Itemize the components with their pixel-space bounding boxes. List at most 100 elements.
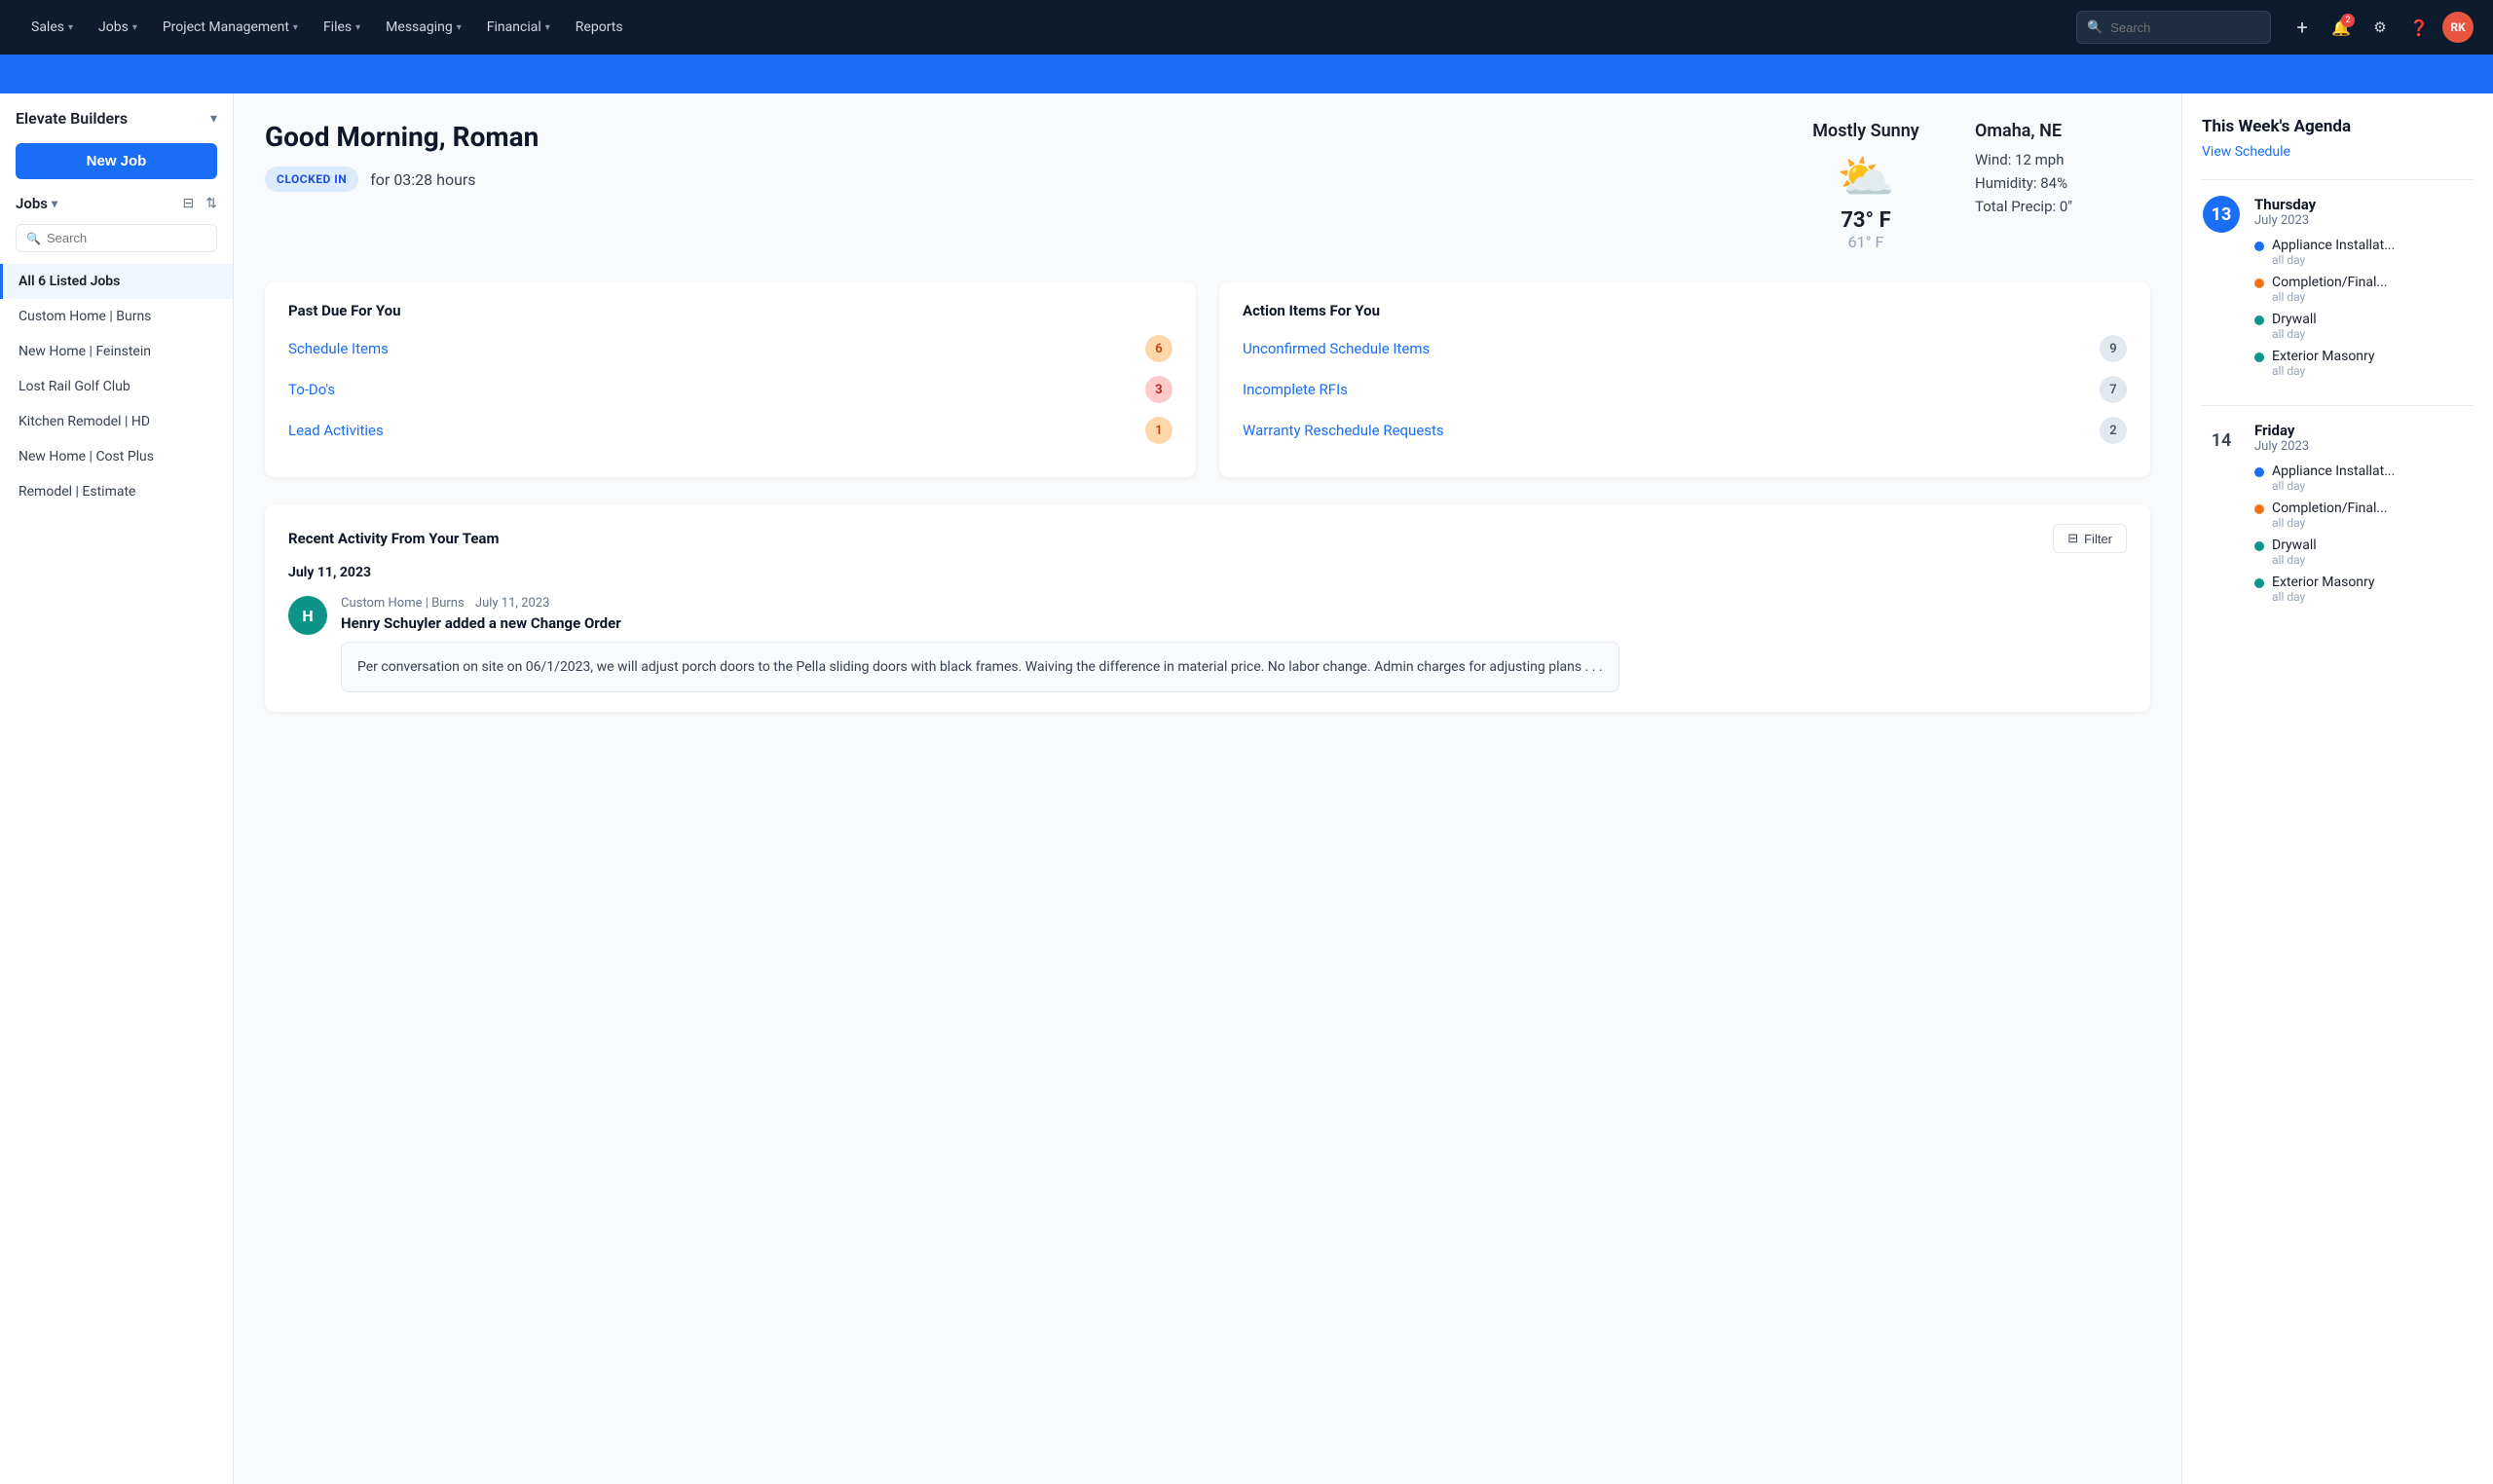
sidebar-search-input[interactable] [47, 231, 206, 245]
day-circle-13: 13 [2203, 196, 2240, 233]
jobs-label[interactable]: Jobs ▾ [16, 195, 57, 212]
weather-condition: Mostly Sunny ⛅ 73° F 61° F [1788, 121, 1944, 251]
schedule-items-badge: 6 [1145, 335, 1172, 362]
agenda-divider [2202, 179, 2474, 180]
past-due-todos: To-Do's 3 [288, 376, 1172, 403]
nav-actions: + 🔔 2 ⚙ ❓ RK [2287, 12, 2474, 43]
past-due-card: Past Due For You Schedule Items 6 To-Do'… [265, 282, 1196, 477]
accent-bar [0, 55, 2493, 93]
activity-job: Custom Home | Burns [341, 596, 465, 611]
activity-body: Custom Home | Burns July 11, 2023 Henry … [341, 596, 1619, 692]
sidebar-item-lost-rail[interactable]: Lost Rail Golf Club [0, 369, 233, 404]
event-fri-1: Completion/Final... all day [2254, 501, 2474, 530]
day-name-friday: Friday [2254, 422, 2474, 439]
event-thu-1: Completion/Final... all day [2254, 275, 2474, 304]
nav-reports[interactable]: Reports [564, 14, 635, 41]
sidebar-header: Elevate Builders ▾ [0, 109, 233, 143]
agenda-day-friday: 14 Friday July 2023 Appliance Installat.… [2202, 422, 2474, 612]
cards-row: Past Due For You Schedule Items 6 To-Do'… [265, 282, 2150, 477]
event-time: all day [2272, 290, 2388, 304]
nav-financial[interactable]: Financial ▾ [475, 14, 562, 41]
activity-user-action: Henry Schuyler added a new Change Order [341, 614, 1619, 632]
day-month-thursday: July 2023 [2254, 213, 2474, 228]
sidebar-item-remodel-estimate[interactable]: Remodel | Estimate [0, 474, 233, 509]
company-name: Elevate Builders [16, 109, 128, 128]
main-layout: Elevate Builders ▾ New Job Jobs ▾ ⊟ ⇅ 🔍 … [0, 93, 2493, 1484]
event-fri-3: Exterior Masonry all day [2254, 575, 2474, 604]
help-button[interactable]: ❓ [2403, 12, 2435, 43]
greeting-left: Good Morning, Roman CLOCKED IN for 03:28… [265, 121, 1757, 192]
company-chevron-icon[interactable]: ▾ [210, 111, 217, 127]
view-schedule-link[interactable]: View Schedule [2202, 144, 2474, 160]
notification-badge: 2 [2341, 14, 2355, 27]
search-input[interactable] [2110, 20, 2260, 35]
unconfirmed-schedule-items: Unconfirmed Schedule Items 9 [1243, 335, 2127, 362]
gear-icon: ⚙ [2373, 19, 2386, 36]
day-number-thursday: 13 [2202, 196, 2241, 386]
jobs-header: Jobs ▾ ⊟ ⇅ [0, 195, 233, 212]
event-dot-teal-2 [2254, 352, 2264, 362]
sidebar-item-new-home-cost-plus[interactable]: New Home | Cost Plus [0, 439, 233, 474]
event-name: Drywall [2272, 538, 2317, 553]
event-dot-teal [2254, 315, 2264, 325]
rfis-link[interactable]: Incomplete RFIs [1243, 381, 1348, 398]
event-time: all day [2272, 253, 2395, 267]
sort-icon[interactable]: ⇅ [205, 196, 217, 211]
clock-duration: for 03:28 hours [370, 170, 475, 189]
nav-files[interactable]: Files ▾ [312, 14, 372, 41]
top-nav: Sales ▾ Jobs ▾ Project Management ▾ File… [0, 0, 2493, 55]
nav-sales[interactable]: Sales ▾ [19, 14, 85, 41]
sidebar: Elevate Builders ▾ New Job Jobs ▾ ⊟ ⇅ 🔍 … [0, 93, 234, 1484]
search-icon: 🔍 [2087, 20, 2102, 35]
activity-meta: Custom Home | Burns July 11, 2023 [341, 596, 1619, 611]
sidebar-item-custom-home-burns[interactable]: Custom Home | Burns [0, 299, 233, 334]
lead-activities-badge: 1 [1145, 417, 1172, 444]
agenda-divider-2 [2202, 405, 2474, 406]
unconfirmed-schedule-link[interactable]: Unconfirmed Schedule Items [1243, 340, 1430, 357]
add-button[interactable]: + [2287, 12, 2318, 43]
rfis-badge: 7 [2100, 376, 2127, 403]
event-thu-0: Appliance Installat... all day [2254, 238, 2474, 267]
todos-link[interactable]: To-Do's [288, 381, 335, 398]
lead-activities-link[interactable]: Lead Activities [288, 422, 384, 439]
event-time: all day [2272, 553, 2317, 567]
nav-jobs[interactable]: Jobs ▾ [87, 14, 149, 41]
nav-items: Sales ▾ Jobs ▾ Project Management ▾ File… [19, 14, 635, 41]
filter-icon[interactable]: ⊟ [183, 196, 195, 211]
schedule-items-link[interactable]: Schedule Items [288, 340, 389, 357]
sidebar-item-kitchen-remodel[interactable]: Kitchen Remodel | HD [0, 404, 233, 439]
sidebar-search-box[interactable]: 🔍 [16, 224, 217, 252]
event-time: all day [2272, 590, 2375, 604]
sidebar-item-all-jobs[interactable]: All 6 Listed Jobs [0, 264, 233, 299]
event-name: Drywall [2272, 312, 2317, 327]
nav-messaging[interactable]: Messaging ▾ [374, 14, 473, 41]
weather-humidity: Humidity: 84% [1975, 174, 2150, 192]
weather-details: Omaha, NE Wind: 12 mph Humidity: 84% Tot… [1975, 121, 2150, 221]
right-panel: This Week's Agenda View Schedule 13 Thur… [2181, 93, 2493, 1484]
notifications-button[interactable]: 🔔 2 [2326, 12, 2357, 43]
activity-title: Recent Activity From Your Team [288, 530, 499, 547]
event-dot-orange [2254, 278, 2264, 288]
activity-item-date: July 11, 2023 [475, 596, 550, 611]
filter-button[interactable]: ⊟ Filter [2053, 524, 2127, 553]
sidebar-item-new-home-feinstein[interactable]: New Home | Feinstein [0, 334, 233, 369]
weather-temp-hi: 73° F [1841, 208, 1890, 233]
new-job-button[interactable]: New Job [16, 143, 217, 179]
day-plain-14: 14 [2203, 422, 2240, 459]
event-time: all day [2272, 327, 2317, 341]
warranty-link[interactable]: Warranty Reschedule Requests [1243, 422, 1444, 439]
weather-temp-lo: 61° F [1848, 233, 1884, 251]
unconfirmed-badge: 9 [2100, 335, 2127, 362]
jobs-chevron-icon: ▾ [52, 197, 57, 210]
action-items-card: Action Items For You Unconfirmed Schedul… [1219, 282, 2150, 477]
warranty-reschedule: Warranty Reschedule Requests 2 [1243, 417, 2127, 444]
user-avatar[interactable]: RK [2442, 12, 2474, 43]
settings-button[interactable]: ⚙ [2364, 12, 2396, 43]
past-due-lead-activities: Lead Activities 1 [288, 417, 1172, 444]
agenda-day-thursday: 13 Thursday July 2023 Appliance Installa… [2202, 196, 2474, 386]
nav-search-box[interactable]: 🔍 [2076, 11, 2271, 44]
nav-project-management[interactable]: Project Management ▾ [151, 14, 310, 41]
event-time: all day [2272, 479, 2395, 493]
filter-icon: ⊟ [2067, 531, 2078, 546]
day-content-friday: Friday July 2023 Appliance Installat... … [2254, 422, 2474, 612]
